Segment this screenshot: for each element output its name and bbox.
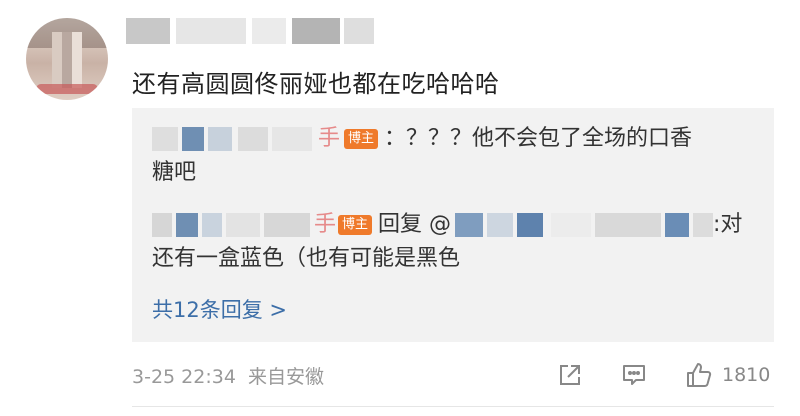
like-button[interactable]: 1810 [684,360,770,390]
location: 来自安徽 [247,366,324,388]
reply-item: 手 博主 回复 @ :对 还有一盒蓝色（也有可能是黑色 [152,208,752,276]
reply-preview-box[interactable]: 手 博主 ：？？？他不会包了全场的口香 糖吧 手 博主 回复 @ :对 还有一盒蓝色… [132,108,774,342]
divider [132,406,774,407]
comment-footer: 3-25 22:34 来自安徽 1810 [132,360,774,390]
comment-button[interactable] [620,360,648,390]
mosaic-block [208,127,232,151]
timestamp: 3-25 22:34 [132,366,236,388]
mosaic-block [238,127,268,151]
mosaic-block [487,213,514,237]
mosaic-block [252,18,286,44]
mosaic-block [182,127,204,151]
mosaic-block [152,213,172,237]
more-replies-link[interactable]: 共12条回复 > [152,294,287,324]
reply-text: :对 [713,212,743,237]
mosaic-block [152,127,178,151]
mosaic-block [344,18,374,44]
author-badge: 博主 [338,215,373,235]
avatar-mosaic [52,32,82,88]
reply-text-cont: 还有一盒蓝色（也有可能是黑色 [152,246,461,271]
mosaic-block [595,213,662,237]
reply-text: ：？？？他不会包了全场的口香 [384,126,693,151]
mentioned-user-redacted[interactable] [451,213,714,237]
like-count: 1810 [722,364,771,386]
mosaic-block [551,213,592,237]
mosaic-block [226,213,260,237]
mosaic-block [292,18,340,44]
name-visible-char: 手 [318,126,341,151]
comment-meta: 3-25 22:34 来自安徽 [132,362,324,389]
comment-text: 还有高圆圆佟丽娅也都在吃哈哈哈 [132,70,500,98]
reply-username-redacted[interactable]: 手 [152,213,338,237]
mosaic-block [272,127,312,151]
mosaic-block [693,213,714,237]
share-icon [560,365,580,385]
reply-text-cont: 糖吧 [152,160,197,185]
mosaic-block [126,18,170,44]
share-button[interactable] [556,360,584,390]
like-icon [687,363,712,387]
mosaic-block [176,213,198,237]
reply-username-redacted[interactable]: 手 [152,127,344,151]
mosaic-block [202,213,222,237]
mosaic-block [517,213,544,237]
username-redacted[interactable] [126,18,376,44]
mosaic-block [176,18,246,44]
name-visible-char: 手 [314,212,337,237]
reply-item: 手 博主 ：？？？他不会包了全场的口香 糖吧 [152,122,752,190]
reply-label: 回复 @ [378,212,452,237]
mosaic-block [665,213,690,237]
author-badge: 博主 [344,129,379,149]
mosaic-block [455,213,484,237]
user-avatar[interactable] [26,18,108,100]
comment-icon [623,365,645,385]
avatar-accent [36,84,98,94]
mosaic-block [264,213,310,237]
